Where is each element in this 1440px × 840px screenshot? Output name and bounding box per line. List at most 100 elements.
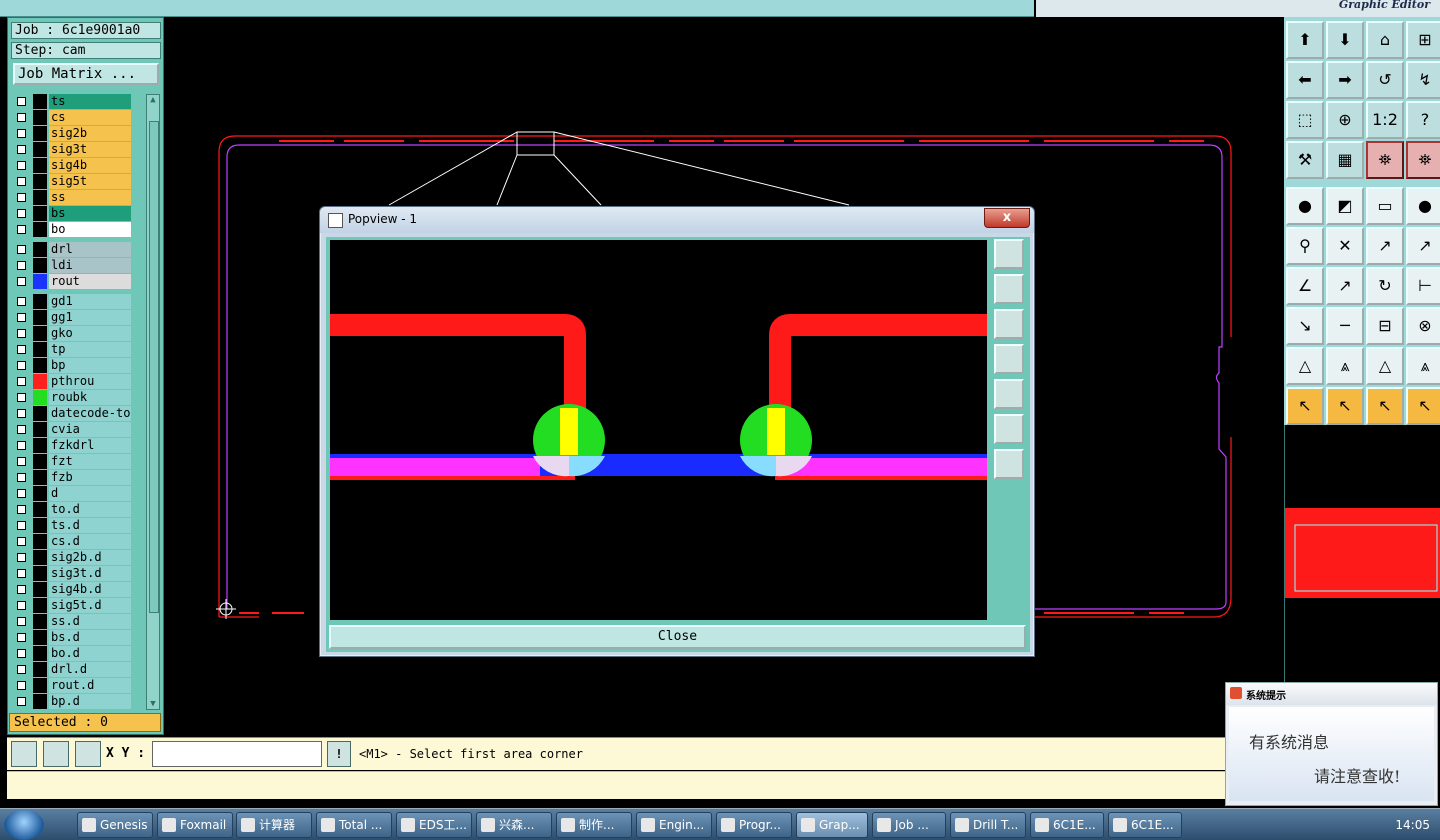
tool-button[interactable]: ↘ — [1286, 307, 1324, 345]
measure-icon[interactable] — [43, 741, 69, 767]
layer-row[interactable]: gko — [11, 326, 133, 341]
system-notification[interactable]: 系统提示 有系统消息 请注意查收! — [1225, 682, 1438, 806]
tool-button[interactable]: △ — [1286, 347, 1324, 385]
layer-row[interactable]: bp.d — [11, 694, 133, 709]
layer-row[interactable]: pthrou — [11, 374, 133, 389]
taskbar-item[interactable]: 6C1E... — [1108, 812, 1182, 838]
layer-color-swatch[interactable] — [33, 566, 47, 581]
layer-row[interactable]: d — [11, 486, 133, 501]
layer-color-swatch[interactable] — [33, 142, 47, 157]
scroll-down-icon[interactable]: ▼ — [148, 699, 158, 709]
layer-row[interactable]: gd1 — [11, 294, 133, 309]
layer-row[interactable]: drl.d — [11, 662, 133, 677]
layer-color-swatch[interactable] — [33, 310, 47, 325]
layer-color-swatch[interactable] — [33, 694, 47, 709]
tool-button[interactable]: ⊞ — [1406, 21, 1440, 59]
tool-button[interactable]: ▭ — [1366, 187, 1404, 225]
tool-button[interactable]: ➡ — [1326, 61, 1364, 99]
layer-row[interactable]: cvia — [11, 422, 133, 437]
zoom-in-icon[interactable] — [994, 449, 1024, 479]
tool-button[interactable]: ↗ — [1326, 267, 1364, 305]
tool-button[interactable]: ⬆ — [1286, 21, 1324, 59]
taskbar-item[interactable]: Progr... — [716, 812, 792, 838]
taskbar-item[interactable]: Grap... — [796, 812, 868, 838]
layer-color-swatch[interactable] — [33, 470, 47, 485]
tool-button[interactable]: ✕ — [1326, 227, 1364, 265]
layer-color-swatch[interactable] — [33, 374, 47, 389]
scroll-thumb[interactable] — [149, 121, 159, 613]
tool-button[interactable]: ⊗ — [1406, 307, 1440, 345]
tool-button[interactable]: ⊟ — [1366, 307, 1404, 345]
layer-color-swatch[interactable] — [33, 390, 47, 405]
tool-button[interactable]: 1:2 — [1366, 101, 1404, 139]
window-close-button[interactable]: x — [984, 208, 1030, 228]
layer-color-swatch[interactable] — [33, 438, 47, 453]
layer-checkbox[interactable] — [17, 129, 26, 138]
layer-color-swatch[interactable] — [33, 222, 47, 237]
pan-up-icon[interactable] — [994, 274, 1024, 304]
layer-checkbox[interactable] — [17, 665, 26, 674]
xy-input[interactable] — [152, 741, 322, 767]
layer-row[interactable]: fzkdrl — [11, 438, 133, 453]
layer-row[interactable]: rout.d — [11, 678, 133, 693]
tool-button[interactable]: ↯ — [1406, 61, 1440, 99]
layer-row[interactable]: sig4b — [11, 158, 133, 173]
tool-button[interactable]: ● — [1286, 187, 1324, 225]
layer-checkbox[interactable] — [17, 633, 26, 642]
layer-row[interactable]: gg1 — [11, 310, 133, 325]
layer-row[interactable]: ldi — [11, 258, 133, 273]
layer-row[interactable]: sig5t — [11, 174, 133, 189]
layer-checkbox[interactable] — [17, 553, 26, 562]
scroll-up-icon[interactable]: ▲ — [148, 95, 158, 105]
layer-checkbox[interactable] — [17, 277, 26, 286]
layer-row[interactable]: sig2b.d — [11, 550, 133, 565]
snap-icon[interactable] — [11, 741, 37, 767]
layer-checkbox[interactable] — [17, 697, 26, 706]
tool-button[interactable]: ⬇ — [1326, 21, 1364, 59]
job-matrix-button[interactable]: Job Matrix ... — [13, 63, 159, 85]
layer-color-swatch[interactable] — [33, 294, 47, 309]
layer-checkbox[interactable] — [17, 145, 26, 154]
tool-button[interactable]: ↗ — [1406, 227, 1440, 265]
layer-color-swatch[interactable] — [33, 274, 47, 289]
layer-checkbox[interactable] — [17, 313, 26, 322]
layer-color-swatch[interactable] — [33, 258, 47, 273]
layer-color-swatch[interactable] — [33, 190, 47, 205]
layer-checkbox[interactable] — [17, 245, 26, 254]
taskbar-item[interactable]: 6C1E... — [1030, 812, 1104, 838]
layer-checkbox[interactable] — [17, 409, 26, 418]
layer-color-swatch[interactable] — [33, 598, 47, 613]
layer-color-swatch[interactable] — [33, 342, 47, 357]
layer-row[interactable]: fzt — [11, 454, 133, 469]
layer-row[interactable]: sig4b.d — [11, 582, 133, 597]
layer-checkbox[interactable] — [17, 521, 26, 530]
layer-checkbox[interactable] — [17, 585, 26, 594]
layer-checkbox[interactable] — [17, 473, 26, 482]
layer-scrollbar[interactable]: ▲ ▼ — [146, 94, 160, 710]
layer-row[interactable]: ts — [11, 94, 133, 109]
tool-button[interactable]: ⚒ — [1286, 141, 1324, 179]
tool-button[interactable]: ? — [1406, 101, 1440, 139]
layer-checkbox[interactable] — [17, 345, 26, 354]
layer-color-swatch[interactable] — [33, 110, 47, 125]
layer-color-swatch[interactable] — [33, 326, 47, 341]
taskbar-item[interactable]: 制作... — [556, 812, 632, 838]
tool-button[interactable]: ⊢ — [1406, 267, 1440, 305]
layer-row[interactable]: bo — [11, 222, 133, 237]
layer-checkbox[interactable] — [17, 377, 26, 386]
layer-color-swatch[interactable] — [33, 206, 47, 221]
layer-row[interactable]: datecode-to — [11, 406, 133, 421]
layer-checkbox[interactable] — [17, 209, 26, 218]
pan-left-icon[interactable] — [994, 344, 1024, 374]
layer-color-swatch[interactable] — [33, 422, 47, 437]
layer-list[interactable]: ts cs sig2b sig3t sig4b sig5t ss bs bo drl ldi rout… — [11, 94, 133, 710]
layer-checkbox[interactable] — [17, 161, 26, 170]
start-button[interactable] — [4, 810, 44, 840]
taskbar-item[interactable]: Foxmail — [157, 812, 233, 838]
layer-checkbox[interactable] — [17, 361, 26, 370]
grid-icon[interactable] — [75, 741, 101, 767]
layer-checkbox[interactable] — [17, 225, 26, 234]
layer-color-swatch[interactable] — [33, 518, 47, 533]
tool-button[interactable]: ▦ — [1326, 141, 1364, 179]
tool-button[interactable]: ↖ — [1366, 387, 1404, 425]
